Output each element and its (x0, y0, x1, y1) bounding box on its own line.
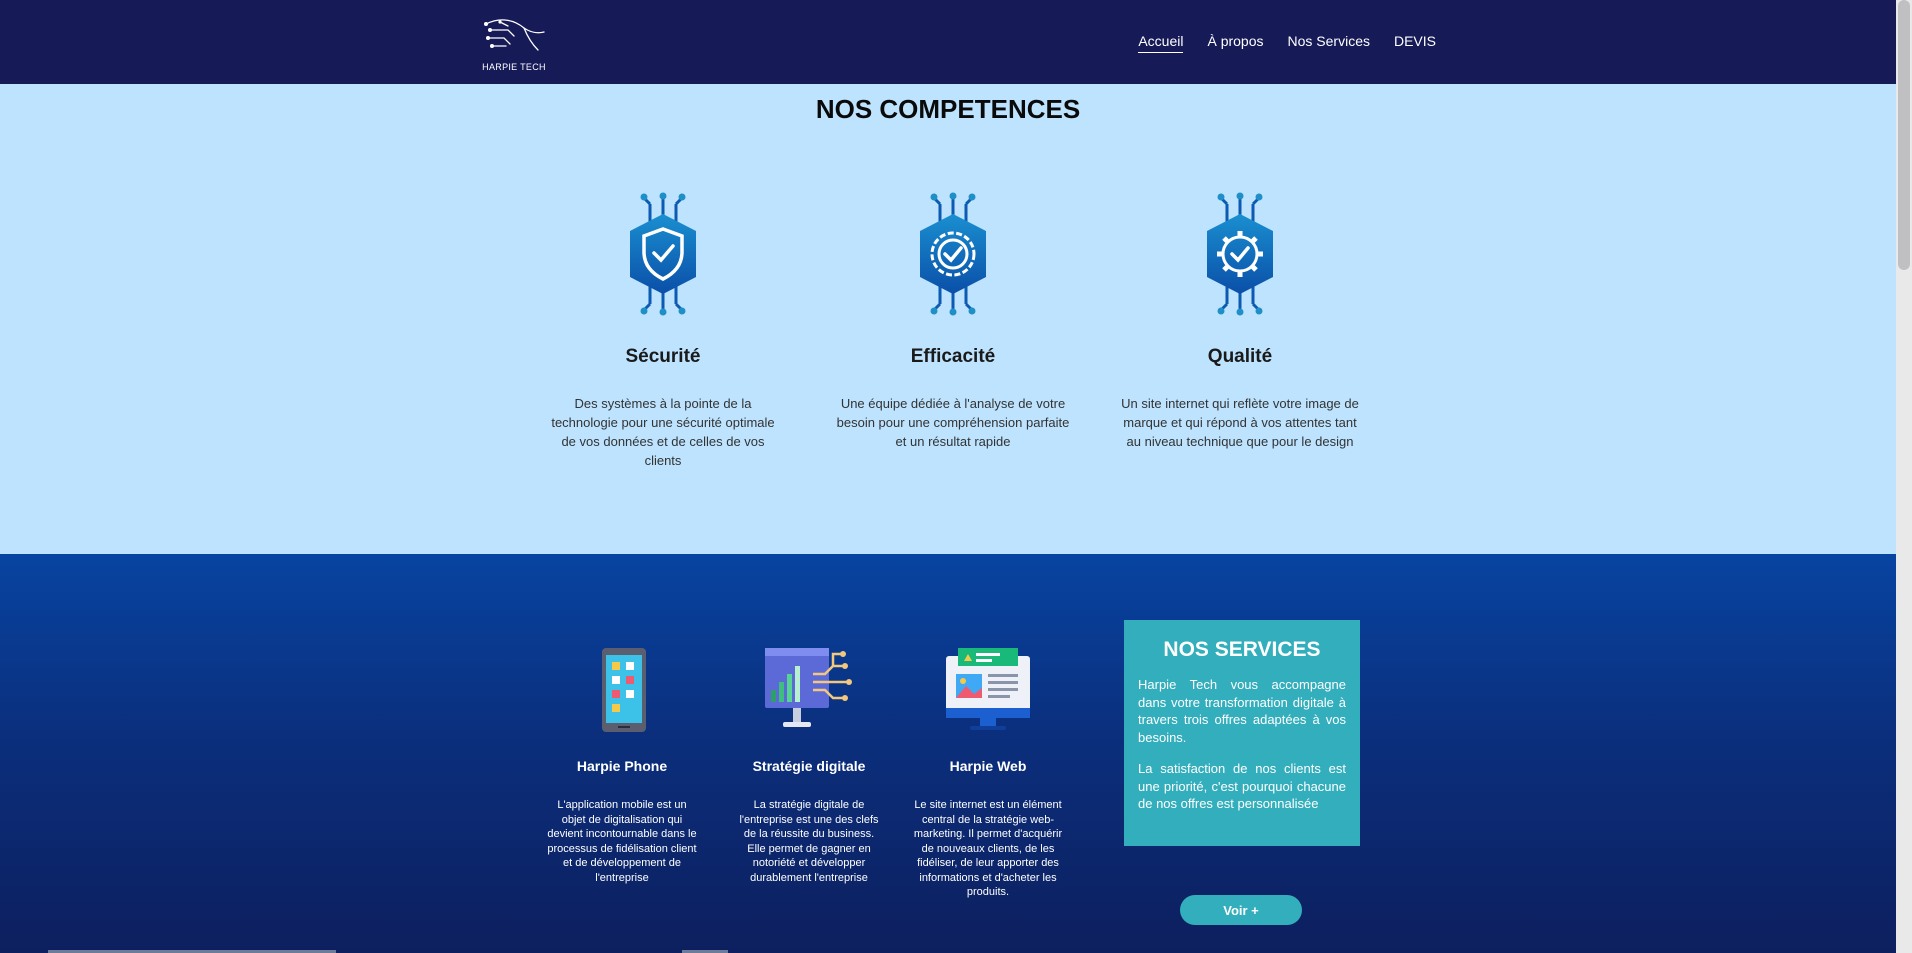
vertical-scrollbar[interactable] (1896, 0, 1912, 953)
service-text: Le site internet est un élément central … (913, 799, 1063, 898)
nav-a-propos[interactable]: À propos (1207, 32, 1263, 53)
service-title: Stratégie digitale (752, 758, 866, 774)
competence-text: Des systèmes à la pointe de la technolog… (551, 396, 775, 468)
nos-services-title: NOS SERVICES (1163, 638, 1321, 661)
competences-section: NOS COMPETENCES Sécurité Des systèmes à … (0, 84, 1896, 554)
services-section: Harpie Phone L'application mobile est un… (0, 554, 1896, 953)
site-header: HARPIE TECH Accueil À propos Nos Service… (0, 0, 1896, 84)
competence-text: Un site internet qui reflète votre image… (1121, 396, 1359, 449)
smartphone-icon (576, 646, 668, 736)
service-title: Harpie Web (949, 758, 1027, 774)
logo-text: HARPIE TECH (482, 62, 546, 72)
nos-services-paragraph-1: Harpie Tech vous accompagne dans votre t… (1138, 677, 1346, 745)
competences-title: NOS COMPETENCES (815, 94, 1081, 124)
competence-title: Sécurité (625, 346, 701, 367)
competence-text: Une équipe dédiée à l'analyse de votre b… (836, 396, 1070, 449)
nav-devis[interactable]: DEVIS (1394, 32, 1436, 53)
service-card-strategie-digitale: Stratégie digitale La stratégie digitale… (729, 646, 889, 885)
voir-plus-button[interactable]: Voir + (1180, 895, 1302, 925)
competence-title: Efficacité (910, 346, 996, 367)
competence-title: Qualité (1207, 346, 1273, 367)
nos-services-box: NOS SERVICES Harpie Tech vous accompagne… (1124, 620, 1360, 846)
service-card-harpie-web: Harpie Web Le site internet est un éléme… (908, 646, 1068, 900)
nos-services-paragraph-2: La satisfaction de nos clients est une p… (1138, 761, 1346, 811)
competence-card-qualite: Qualité Un site internet qui reflète vot… (1115, 184, 1365, 451)
strategy-monitor-icon (763, 646, 855, 736)
nav-accueil[interactable]: Accueil (1138, 32, 1184, 53)
service-text: L'application mobile est un objet de dig… (547, 799, 697, 884)
shield-check-icon (608, 184, 718, 324)
service-title: Harpie Phone (576, 758, 668, 774)
scrollbar-thumb[interactable] (1898, 0, 1910, 270)
harpie-bird-icon (484, 19, 545, 51)
service-text: La stratégie digitale de l'entreprise es… (739, 799, 879, 884)
service-card-harpie-phone: Harpie Phone L'application mobile est un… (542, 646, 702, 885)
harpie-tech-logo[interactable]: HARPIE TECH (478, 14, 550, 72)
competence-card-securite: Sécurité Des systèmes à la pointe de la … (538, 184, 788, 470)
badge-check-icon (898, 184, 1008, 324)
competence-card-efficacite: Efficacité Une équipe dédiée à l'analyse… (828, 184, 1078, 451)
main-nav: Accueil À propos Nos Services DEVIS (1138, 32, 1436, 53)
web-monitor-icon (942, 646, 1034, 736)
gear-check-icon (1185, 184, 1295, 324)
nav-nos-services[interactable]: Nos Services (1288, 32, 1370, 53)
